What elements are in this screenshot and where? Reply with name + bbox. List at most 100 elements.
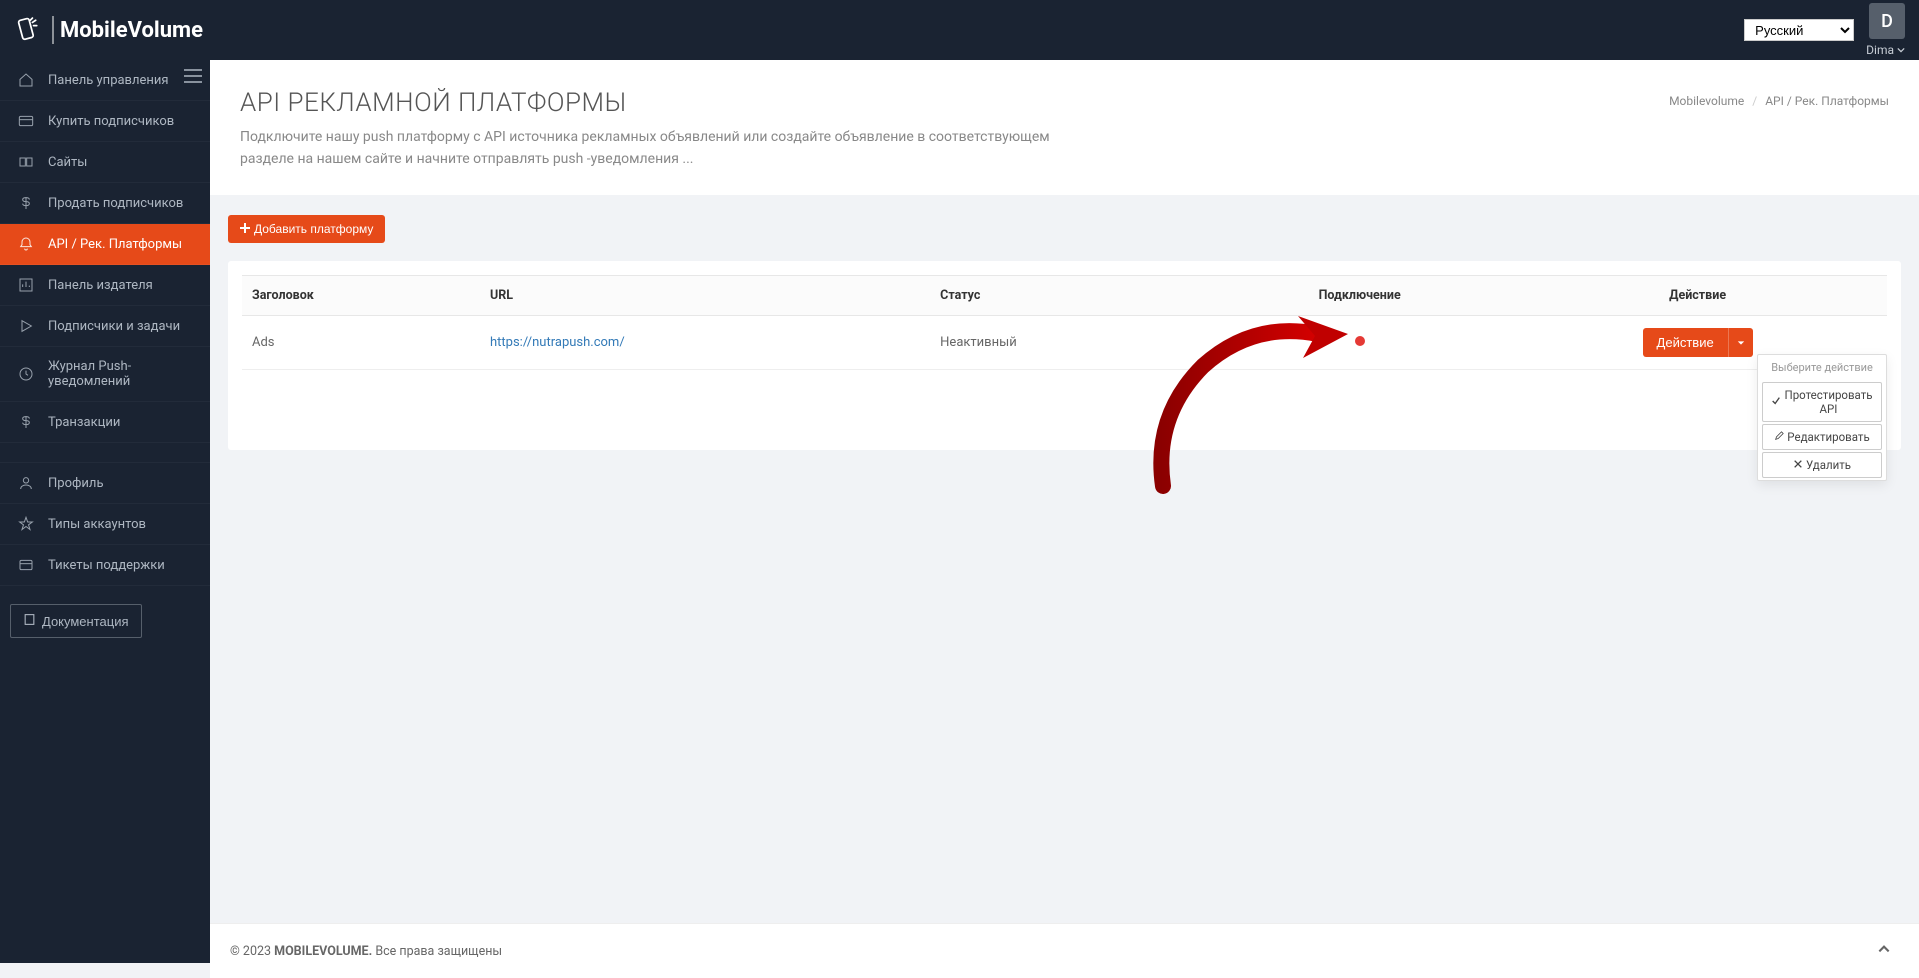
sidebar-item-label: Транзакции bbox=[48, 415, 120, 430]
sites-icon bbox=[18, 154, 34, 170]
user-icon bbox=[18, 475, 34, 491]
sidebar-item-label: Купить подписчиков bbox=[48, 114, 174, 129]
sidebar-item-api[interactable]: API / Рек. Платформы bbox=[0, 224, 210, 265]
sidebar-item-dashboard[interactable]: Панель управления bbox=[0, 60, 210, 101]
play-icon bbox=[18, 318, 34, 334]
caret-down-icon bbox=[1737, 335, 1745, 350]
page-subtitle: Подключите нашу push платформу с API ист… bbox=[240, 126, 1100, 171]
platforms-table-card: Заголовок URL Статус Подключение Действи… bbox=[228, 261, 1901, 450]
star-icon bbox=[18, 516, 34, 532]
col-action: Действие bbox=[1508, 275, 1887, 315]
sidebar-item-label: Панель издателя bbox=[48, 278, 153, 293]
cell-status: Неактивный bbox=[930, 315, 1211, 369]
breadcrumb-root[interactable]: Mobilevolume bbox=[1669, 94, 1744, 108]
table-row: Ads https://nutrapush.com/ Неактивный Де… bbox=[242, 315, 1887, 369]
col-status: Статус bbox=[930, 275, 1211, 315]
sidebar-item-label: Сайты bbox=[48, 155, 87, 170]
add-button-label: Добавить платформу bbox=[254, 222, 373, 236]
documentation-button[interactable]: Документация bbox=[10, 604, 142, 638]
menu-toggle-icon[interactable] bbox=[184, 68, 202, 87]
sidebar-item-transactions[interactable]: Транзакции bbox=[0, 402, 210, 443]
scroll-top-button[interactable] bbox=[1869, 936, 1899, 966]
sidebar-item-label: Подписчики и задачи bbox=[48, 319, 180, 334]
doc-button-label: Документация bbox=[42, 614, 129, 629]
language-select[interactable]: Русский bbox=[1744, 19, 1854, 41]
cell-connection bbox=[1211, 315, 1508, 369]
footer-brand: MOBILEVOLUME. bbox=[274, 944, 372, 959]
dollar-icon bbox=[18, 414, 34, 430]
plus-icon bbox=[240, 222, 250, 236]
check-icon bbox=[1771, 395, 1781, 409]
breadcrumb: Mobilevolume / API / Рек. Платформы bbox=[1669, 94, 1889, 108]
breadcrumb-current: API / Рек. Платформы bbox=[1765, 94, 1889, 108]
footer-copyright: © 2023 bbox=[230, 944, 274, 959]
brand-text: MobileVolume bbox=[60, 18, 203, 43]
doc-icon bbox=[23, 613, 36, 629]
ticket-icon bbox=[18, 557, 34, 573]
cell-action: Действие Выберите действие Протестироват… bbox=[1508, 315, 1887, 369]
header-right: Русский D Dima bbox=[1744, 3, 1905, 57]
chart-icon bbox=[18, 277, 34, 293]
action-button-group: Действие bbox=[1643, 328, 1753, 357]
dropdown-item-label: Протестировать API bbox=[1784, 388, 1873, 416]
avatar[interactable]: D bbox=[1869, 3, 1905, 39]
dropdown-item-label: Редактировать bbox=[1787, 430, 1869, 444]
col-url: URL bbox=[480, 275, 930, 315]
bell-icon bbox=[18, 236, 34, 252]
footer-rights: Все права защищены bbox=[372, 944, 502, 959]
sidebar-item-tickets[interactable]: Тикеты поддержки bbox=[0, 545, 210, 586]
sidebar-item-label: Журнал Push-уведомлений bbox=[48, 359, 192, 389]
footer-text: © 2023 MOBILEVOLUME. Все права защищены bbox=[230, 944, 502, 959]
sidebar-item-sell-subs[interactable]: Продать подписчиков bbox=[0, 183, 210, 224]
action-dropdown: Выберите действие Протестировать API Ред… bbox=[1757, 354, 1887, 481]
edit-icon bbox=[1774, 430, 1784, 444]
platform-url-link[interactable]: https://nutrapush.com/ bbox=[490, 335, 625, 350]
sidebar-item-push-log[interactable]: Журнал Push-уведомлений bbox=[0, 347, 210, 402]
sidebar-item-label: Типы аккаунтов bbox=[48, 517, 146, 532]
logo[interactable]: MobileVolume bbox=[14, 16, 203, 44]
sidebar-item-account-types[interactable]: Типы аккаунтов bbox=[0, 504, 210, 545]
content-area: Добавить платформу Заголовок URL Статус … bbox=[210, 195, 1919, 470]
sidebar-item-label: Тикеты поддержки bbox=[48, 558, 165, 573]
main-content: API РЕКЛАМНОЙ ПЛАТФОРМЫ Подключите нашу … bbox=[210, 0, 1919, 923]
action-button[interactable]: Действие bbox=[1643, 328, 1728, 357]
breadcrumb-separator: / bbox=[1752, 94, 1757, 108]
chevron-down-icon bbox=[1897, 43, 1905, 57]
platforms-table: Заголовок URL Статус Подключение Действи… bbox=[242, 275, 1887, 370]
col-title: Заголовок bbox=[242, 275, 480, 315]
sidebar-item-label: Панель управления bbox=[48, 73, 169, 88]
username-label: Dima bbox=[1866, 43, 1894, 57]
sidebar-item-profile[interactable]: Профиль bbox=[0, 463, 210, 504]
sidebar-item-label: Продать подписчиков bbox=[48, 196, 183, 211]
sidebar: Панель управления Купить подписчиков Сай… bbox=[0, 60, 210, 963]
sidebar-item-buy-subs[interactable]: Купить подписчиков bbox=[0, 101, 210, 142]
col-connection: Подключение bbox=[1211, 275, 1508, 315]
dropdown-item-label: Удалить bbox=[1806, 458, 1851, 472]
add-platform-button[interactable]: Добавить платформу bbox=[228, 215, 385, 243]
phone-icon bbox=[14, 17, 40, 43]
home-icon bbox=[18, 72, 34, 88]
dropdown-item-test[interactable]: Протестировать API bbox=[1762, 382, 1882, 422]
page-header: API РЕКЛАМНОЙ ПЛАТФОРМЫ Подключите нашу … bbox=[210, 60, 1919, 195]
sidebar-item-label: API / Рек. Платформы bbox=[48, 237, 182, 252]
cell-url: https://nutrapush.com/ bbox=[480, 315, 930, 369]
cell-title: Ads bbox=[242, 315, 480, 369]
sidebar-item-subs-tasks[interactable]: Подписчики и задачи bbox=[0, 306, 210, 347]
dollar-icon bbox=[18, 195, 34, 211]
chevron-up-icon bbox=[1877, 942, 1891, 960]
user-menu[interactable]: Dima bbox=[1866, 43, 1905, 57]
dropdown-header: Выберите действие bbox=[1758, 355, 1886, 380]
dropdown-item-edit[interactable]: Редактировать bbox=[1762, 424, 1882, 450]
sidebar-item-sites[interactable]: Сайты bbox=[0, 142, 210, 183]
footer: © 2023 MOBILEVOLUME. Все права защищены bbox=[210, 923, 1919, 978]
sidebar-item-label: Профиль bbox=[48, 476, 104, 491]
close-icon bbox=[1793, 458, 1803, 472]
card-icon bbox=[18, 113, 34, 129]
page-title: API РЕКЛАМНОЙ ПЛАТФОРМЫ bbox=[240, 88, 1100, 118]
sidebar-item-publisher[interactable]: Панель издателя bbox=[0, 265, 210, 306]
action-dropdown-toggle[interactable] bbox=[1728, 328, 1753, 357]
app-header: MobileVolume Русский D Dima bbox=[0, 0, 1919, 60]
clock-icon bbox=[18, 366, 34, 382]
dropdown-item-delete[interactable]: Удалить bbox=[1762, 452, 1882, 478]
status-dot-red bbox=[1355, 336, 1365, 346]
